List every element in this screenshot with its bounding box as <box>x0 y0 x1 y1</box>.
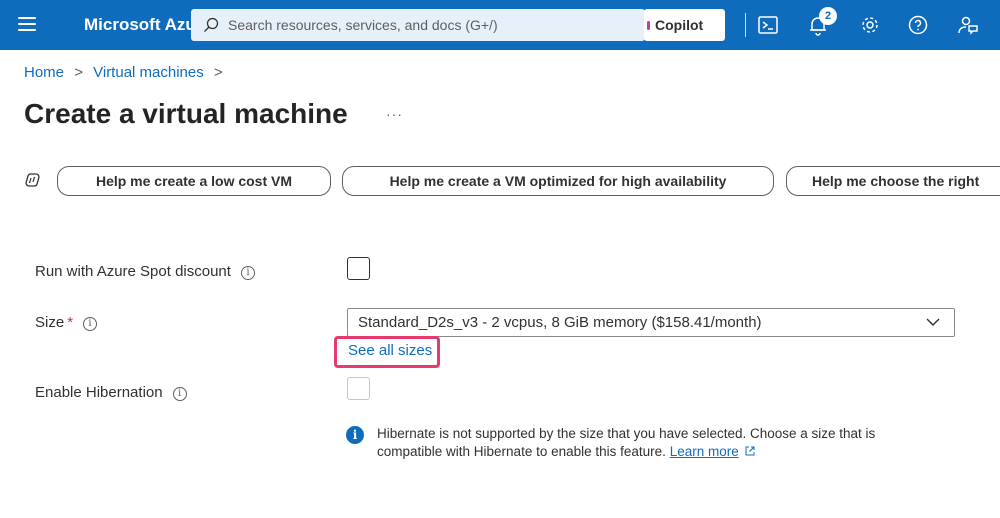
info-icon[interactable]: i <box>172 387 187 401</box>
prompt-choose-right[interactable]: Help me choose the right <box>786 166 1000 196</box>
portal-brand[interactable]: Microsoft Azure <box>84 15 194 35</box>
prompt-low-cost-vm[interactable]: Help me create a low cost VM <box>57 166 331 196</box>
required-marker: * <box>67 314 74 331</box>
external-link-icon <box>745 446 755 456</box>
more-options-button[interactable]: ··· <box>386 106 403 122</box>
copilot-label: Copilot <box>655 17 704 33</box>
menu-icon[interactable] <box>18 17 36 33</box>
size-text: Size <box>35 314 65 331</box>
info-icon[interactable]: i <box>240 266 255 280</box>
global-search[interactable] <box>191 9 645 41</box>
info-icon[interactable]: i <box>83 317 98 331</box>
size-label: Size * i <box>35 314 98 331</box>
see-all-sizes-link[interactable]: See all sizes <box>348 342 432 359</box>
spot-discount-checkbox[interactable] <box>347 257 370 280</box>
breadcrumb-home[interactable]: Home <box>24 64 64 81</box>
breadcrumb-virtual-machines[interactable]: Virtual machines <box>93 64 204 81</box>
info-filled-icon: i <box>346 426 364 444</box>
help-icon[interactable] <box>906 13 930 37</box>
learn-more-link[interactable]: Learn more <box>670 444 739 459</box>
breadcrumb-separator: > <box>74 64 83 81</box>
hibernation-checkbox[interactable] <box>347 377 370 400</box>
copilot-prompt-icon <box>25 173 40 187</box>
top-bar: Microsoft Azure Copilot 2 <box>0 0 1000 50</box>
copilot-icon <box>647 21 650 30</box>
breadcrumb-separator: > <box>213 64 223 81</box>
spot-discount-text: Run with Azure Spot discount <box>35 263 231 280</box>
page-title: Create a virtual machine <box>24 98 348 129</box>
prompt-high-availability-vm[interactable]: Help me create a VM optimized for high a… <box>342 166 774 196</box>
notification-badge: 2 <box>819 7 837 25</box>
chevron-down-icon <box>926 318 940 326</box>
size-dropdown[interactable]: Standard_D2s_v3 - 2 vcpus, 8 GiB memory … <box>347 308 955 337</box>
hibernation-label: Enable Hibernation i <box>35 384 187 401</box>
search-input[interactable] <box>228 15 628 35</box>
breadcrumb: Home > Virtual machines > <box>24 64 229 81</box>
hibernation-text: Enable Hibernation <box>35 384 163 401</box>
settings-gear-icon[interactable] <box>858 13 882 37</box>
see-all-sizes-highlight: See all sizes <box>334 336 440 368</box>
copilot-button[interactable]: Copilot <box>644 9 725 41</box>
size-selected-value: Standard_D2s_v3 - 2 vcpus, 8 GiB memory … <box>358 314 762 331</box>
cloud-shell-icon[interactable] <box>756 13 780 37</box>
spot-discount-label: Run with Azure Spot discount i <box>35 263 255 280</box>
search-icon <box>204 17 219 32</box>
hibernation-info-text: Hibernate is not supported by the size t… <box>377 425 937 461</box>
feedback-icon[interactable] <box>956 13 980 37</box>
hibernation-info-body: Hibernate is not supported by the size t… <box>377 426 876 459</box>
toolbar-divider <box>745 13 746 37</box>
